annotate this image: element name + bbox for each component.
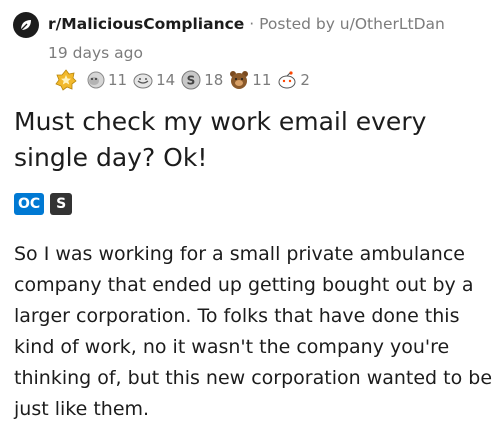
helpful-award-icon <box>133 73 153 89</box>
subreddit-link[interactable]: r/MaliciousCompliance <box>48 15 244 33</box>
bear-award-icon <box>230 71 249 89</box>
post-title[interactable]: Must check my work email every single da… <box>14 104 484 176</box>
meta-separator: · <box>249 15 255 33</box>
posted-by-link[interactable]: Posted by u/OtherLtDan <box>259 15 445 33</box>
awards-bar[interactable]: 11 14 S 18 11 2 <box>55 68 315 92</box>
award-gold[interactable] <box>55 69 79 91</box>
post-header: r/MaliciousCompliance · Posted by u/Othe… <box>13 12 493 102</box>
oc-flair[interactable]: OC <box>14 193 45 215</box>
award-snoo-hug[interactable]: 2 <box>276 69 310 91</box>
award-count: 11 <box>252 71 272 89</box>
wholesome-seal-icon <box>87 71 105 89</box>
award-count: 18 <box>204 71 224 89</box>
snoo-hug-icon <box>278 71 296 89</box>
post-age: 19 days ago <box>48 44 143 62</box>
gold-award-icon <box>55 69 77 91</box>
award-count: 14 <box>156 71 176 89</box>
award-wholesome-seal[interactable]: 11 <box>84 69 127 91</box>
subreddit-icon[interactable] <box>13 12 39 38</box>
award-bear[interactable]: 11 <box>228 69 271 91</box>
award-count: 11 <box>108 71 128 89</box>
leaf-icon <box>20 20 31 31</box>
award-helpful[interactable]: 14 <box>132 69 175 91</box>
post-meta: r/MaliciousCompliance · Posted by u/Othe… <box>48 15 445 33</box>
award-count: 2 <box>300 71 310 89</box>
s-flair[interactable]: S <box>50 193 73 215</box>
award-silver[interactable]: S 18 <box>180 69 223 91</box>
silver-award-icon: S <box>181 70 201 90</box>
post-body: So I was working for a small private amb… <box>14 243 493 420</box>
post-flairs: OC S <box>14 193 78 215</box>
svg-text:S: S <box>187 74 196 88</box>
